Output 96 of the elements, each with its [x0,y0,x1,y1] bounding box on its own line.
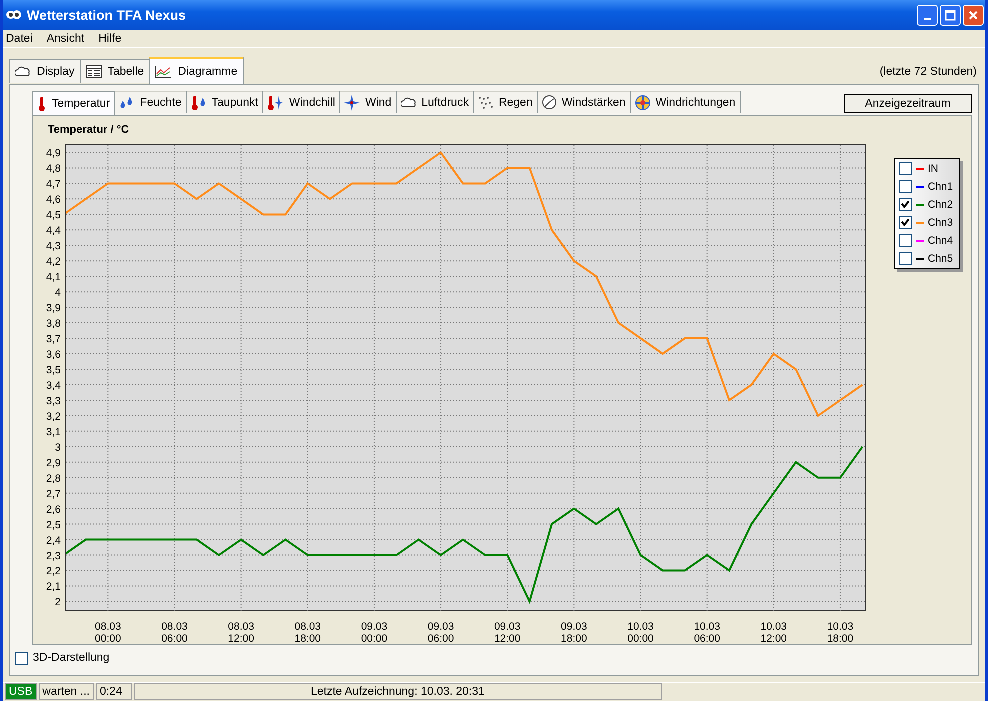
legend-label: Chn5 [928,252,954,264]
y-axis-label: 4,7 [46,178,61,191]
chart-title: Temperatur / °C [48,124,130,136]
y-axis-label: 4,9 [46,148,61,160]
y-axis-label: 2,1 [46,581,61,594]
status-panel: warten ... [38,683,94,700]
legend-label: Chn1 [928,180,954,192]
x-axis-label: 09.03 00:00 [361,621,388,643]
y-axis-label: 3,4 [46,380,61,392]
x-axis-label: 08.03 06:00 [162,621,188,643]
y-axis-label: 3,5 [46,364,61,376]
y-axis-label: 3,9 [46,302,61,315]
checkbox[interactable] [15,652,28,664]
legend-label: Chn2 [928,198,954,210]
gauge-icon [542,95,557,110]
y-axis-label: 4,4 [46,225,61,238]
period-note: (letzte 72 Stunden) [880,66,977,80]
y-axis-label: 4,8 [46,163,61,176]
tab[interactable]: Taupunkt [186,91,264,113]
thermometer-icon [37,96,47,112]
y-axis-label: 4,5 [46,210,61,222]
y-axis-label: 2 [55,596,61,609]
y-axis-label: 2,6 [46,504,61,516]
x-axis-label: 08.03 12:00 [228,621,254,643]
checkbox[interactable] [899,198,912,211]
x-axis-label: 08.03 18:00 [294,621,322,643]
y-axis-label: 3,3 [46,395,61,408]
compass-rose-icon [634,94,651,110]
tab[interactable]: Windrichtungen [630,91,741,113]
cloud-icon [15,66,31,78]
status-panel: Letzte Aufzeichnung: 10.03. 20:31 [134,683,662,700]
checkbox[interactable] [899,252,912,265]
legend-label: Chn3 [928,216,954,228]
y-axis-label: 2,2 [46,566,61,578]
tab[interactable]: Windchill [263,91,340,113]
y-axis-label: 4 [55,287,61,300]
tab[interactable]: Windstärken [538,91,631,113]
checkbox[interactable] [899,216,912,229]
x-axis-label: 09.03 12:00 [494,621,521,643]
y-axis-label: 2,8 [46,472,61,485]
y-axis-label: 4,6 [46,194,61,206]
rain-dots-icon [478,96,494,110]
checkbox[interactable] [899,162,912,175]
tab[interactable]: Diagramme [149,57,244,84]
status-panel: 0:24 [96,683,132,700]
y-axis-label: 3,1 [46,426,61,438]
window-title: Wetterstation TFA Nexus [27,8,186,22]
close-icon [968,10,979,20]
minimize-icon [924,18,931,20]
x-axis-label: 10.03 18:00 [827,621,854,643]
tab[interactable]: Temperatur [32,91,116,115]
checkbox[interactable] [899,234,912,247]
menu-item[interactable]: Datei [6,32,33,44]
x-axis-label: 10.03 00:00 [628,621,654,643]
tab[interactable]: Wind [340,91,397,113]
x-axis-label: 08.03 00:00 [95,621,122,643]
x-axis-label: 10.03 06:00 [694,621,720,643]
y-axis-label: 4,3 [46,240,61,253]
y-axis-label: 3,7 [46,334,61,346]
y-axis-label: 2,3 [46,550,61,562]
menu-item[interactable]: Ansicht [46,32,85,44]
y-axis-label: 2,4 [46,534,61,547]
cloud-icon [400,96,417,108]
table-icon [86,65,102,78]
legend-label: IN [928,162,938,174]
y-axis-label: 3,2 [46,410,61,423]
y-axis-label: 2,7 [46,488,61,500]
compass-star-icon [344,94,360,110]
y-axis-label: 2,9 [46,457,61,470]
legend-label: Chn4 [928,234,954,246]
thermometer-star-icon [267,94,284,110]
y-axis-label: 3,6 [46,349,61,361]
x-axis-label: 09.03 18:00 [561,621,588,643]
x-axis-label: 09.03 06:00 [428,621,454,643]
tab[interactable]: Regen [474,91,538,113]
y-axis-label: 3 [55,442,61,454]
y-axis-label: 4,2 [46,256,61,268]
y-axis-label: 4,1 [46,272,61,284]
y-axis-label: 2,5 [46,519,61,532]
minimize-button[interactable] [917,4,938,26]
x-axis-label: 10.03 12:00 [760,621,788,643]
close-button[interactable] [963,4,984,26]
line-chart-icon [155,64,172,78]
drop-thermometer-icon [190,94,207,110]
checkbox[interactable] [899,180,912,193]
tab[interactable]: Luftdruck [396,91,474,113]
y-axis-label: 3,8 [46,318,61,330]
maximize-button[interactable] [940,4,961,26]
tab[interactable]: Display [9,59,80,83]
tab[interactable]: Feuchte [115,91,187,113]
tab[interactable]: Tabelle [80,59,150,83]
status-panel: USB [5,683,37,700]
checkbox-label: 3D-Darstellung [33,652,110,664]
menu-item[interactable]: Hilfe [98,32,122,44]
period-button[interactable]: Anzeigezeitraum [844,94,972,113]
maximize-icon [945,10,956,20]
